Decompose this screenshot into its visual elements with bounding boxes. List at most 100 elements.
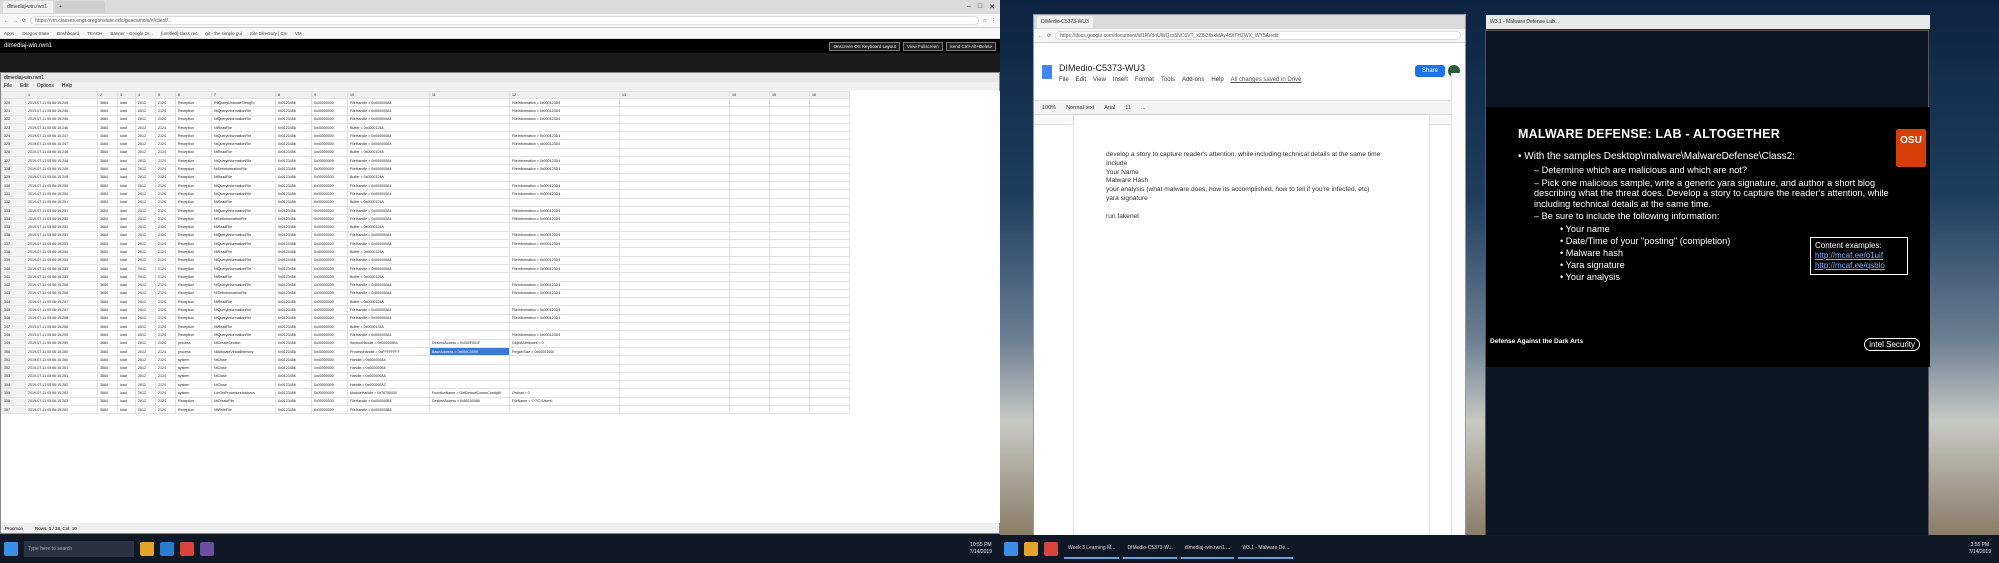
table-cell[interactable]: 2019-07-11 05:06:15.263 bbox=[25, 404, 98, 415]
table-cell[interactable] bbox=[769, 164, 810, 174]
table-cell[interactable] bbox=[769, 230, 810, 241]
table-cell[interactable]: load bbox=[117, 114, 136, 124]
table-cell[interactable]: 0x00000000 bbox=[311, 272, 348, 282]
table-cell[interactable]: 0x0123456 bbox=[275, 355, 312, 365]
table-cell[interactable] bbox=[809, 404, 850, 415]
table-row[interactable]: 327 2019-07-11 05:06:15.248 3684 load 2612 21… bbox=[1, 156, 850, 166]
table-cell[interactable]: 2612 bbox=[135, 263, 156, 274]
table-cell[interactable]: 2019-07-11 05:06:15.255 bbox=[25, 272, 98, 282]
table-cell[interactable] bbox=[729, 222, 770, 232]
table-cell[interactable]: 2612 bbox=[135, 97, 156, 108]
docs-menu-item[interactable]: Insert bbox=[1113, 77, 1128, 83]
table-cell[interactable]: load bbox=[117, 247, 136, 257]
table-cell[interactable] bbox=[809, 255, 850, 265]
table-cell[interactable]: FileHandle = 0x000000A4 bbox=[347, 131, 430, 141]
table-cell[interactable]: 2019-07-11 05:06:15.261 bbox=[25, 371, 98, 382]
table-cell[interactable] bbox=[509, 355, 620, 365]
table-cell[interactable]: Reception bbox=[175, 305, 212, 315]
table-cell[interactable]: Reception bbox=[175, 97, 212, 108]
table-row[interactable]: 347 2019-07-11 05:06:15.258 3684 load 2612 21… bbox=[1, 321, 850, 332]
table-cell[interactable] bbox=[729, 321, 770, 332]
table-row[interactable]: 341 2019-07-11 05:06:15.255 3684 load 2612 21… bbox=[1, 272, 850, 282]
table-cell[interactable]: 3684 bbox=[97, 205, 118, 216]
table-row[interactable]: 326 2019-07-11 05:06:15.248 3684 load 2612 21… bbox=[1, 147, 850, 158]
table-cell[interactable]: 326 bbox=[1, 147, 26, 158]
table-cell[interactable]: 0x0123456 bbox=[275, 313, 312, 324]
table-cell[interactable]: Reception bbox=[175, 197, 212, 207]
table-cell[interactable]: 0x0123456 bbox=[275, 297, 312, 307]
table-cell[interactable]: 2019-07-11 05:06:15.249 bbox=[25, 164, 98, 174]
table-cell[interactable] bbox=[729, 131, 770, 141]
table-cell[interactable]: 2612 bbox=[135, 305, 156, 315]
table-cell[interactable]: 3684 bbox=[97, 338, 118, 348]
column-header[interactable]: 14 bbox=[729, 91, 770, 99]
table-cell[interactable]: FileHandle = 0x000000A4 bbox=[347, 214, 430, 224]
bookmark-item[interactable]: Dashboard bbox=[57, 31, 79, 36]
table-cell[interactable]: 0x00000000 bbox=[311, 305, 348, 315]
table-cell[interactable] bbox=[809, 239, 850, 249]
table-cell[interactable] bbox=[769, 97, 810, 108]
table-cell[interactable]: Handle = 0x000000A8 bbox=[347, 371, 430, 382]
table-cell[interactable]: 2019-07-11 05:06:15.247 bbox=[25, 139, 98, 149]
table-cell[interactable] bbox=[769, 380, 810, 390]
gdocs-url-input[interactable]: https://docs.google.com/document/d/1RVdn… bbox=[1055, 31, 1461, 40]
table-cell[interactable] bbox=[769, 263, 810, 274]
table-cell[interactable]: NtAllocateVirtualMemory bbox=[211, 346, 276, 357]
table-cell[interactable] bbox=[809, 380, 850, 390]
table-cell[interactable]: 2612 bbox=[135, 139, 156, 149]
table-cell[interactable]: system bbox=[175, 371, 212, 382]
column-header[interactable]: 2 bbox=[97, 91, 118, 99]
bookmark-item[interactable]: VM bbox=[295, 31, 302, 36]
table-cell[interactable]: load bbox=[117, 139, 136, 149]
column-header[interactable]: 1 bbox=[25, 91, 98, 99]
table-cell[interactable] bbox=[429, 139, 510, 149]
table-cell[interactable]: 2612 bbox=[135, 338, 156, 348]
column-header[interactable]: 9 bbox=[311, 91, 348, 99]
table-cell[interactable] bbox=[809, 355, 850, 365]
bookmark-item[interactable]: Banner - Google Dr... bbox=[110, 31, 153, 36]
table-cell[interactable]: load bbox=[117, 106, 136, 116]
table-cell[interactable]: 2612 bbox=[135, 147, 156, 158]
table-cell[interactable]: 345 bbox=[1, 305, 26, 315]
table-cell[interactable]: 3684 bbox=[97, 313, 118, 324]
table-cell[interactable]: NtQueryInformationFile bbox=[211, 114, 276, 124]
table-cell[interactable]: load bbox=[117, 263, 136, 274]
table-cell[interactable]: RtlQueryUnicodeStringTo bbox=[211, 97, 276, 108]
table-cell[interactable] bbox=[729, 189, 770, 199]
table-cell[interactable]: NtQueryInformationFile bbox=[211, 280, 276, 290]
table-cell[interactable]: NtSetInformationFile bbox=[211, 164, 276, 174]
table-cell[interactable]: FileInformation = 0x000123D4 bbox=[509, 131, 620, 141]
table-cell[interactable] bbox=[729, 172, 770, 182]
toolbar-control[interactable]: 100% bbox=[1042, 105, 1056, 111]
table-cell[interactable]: load bbox=[117, 164, 136, 174]
table-row[interactable]: 336 2019-07-11 05:06:15.253 3684 load 2612 21… bbox=[1, 230, 850, 241]
table-cell[interactable] bbox=[809, 272, 850, 282]
table-cell[interactable] bbox=[769, 288, 810, 299]
table-cell[interactable]: load bbox=[117, 255, 136, 265]
table-cell[interactable]: 3684 bbox=[97, 180, 118, 191]
table-cell[interactable] bbox=[509, 247, 620, 257]
table-cell[interactable] bbox=[619, 222, 730, 232]
toolbar-control[interactable]: Normal text bbox=[1066, 105, 1094, 111]
table-cell[interactable] bbox=[729, 214, 770, 224]
table-cell[interactable]: system bbox=[175, 363, 212, 373]
windows-start-icon[interactable] bbox=[4, 542, 18, 556]
table-cell[interactable] bbox=[809, 388, 850, 398]
table-cell[interactable]: FileHandle = 0x000000A4 bbox=[347, 156, 430, 166]
table-cell[interactable]: 0x0123456 bbox=[275, 97, 312, 108]
table-cell[interactable]: 0x0123456 bbox=[275, 346, 312, 357]
table-cell[interactable] bbox=[429, 297, 510, 307]
table-cell[interactable] bbox=[619, 97, 730, 108]
table-row[interactable]: 355 2019-07-11 05:06:15.262 3684 load 2612 21… bbox=[1, 388, 850, 398]
table-cell[interactable]: Reception bbox=[175, 122, 212, 133]
docs-menu-item[interactable]: Add-ons bbox=[1182, 77, 1204, 83]
table-cell[interactable]: 2612 bbox=[135, 114, 156, 124]
table-cell[interactable]: 332 bbox=[1, 197, 26, 207]
table-cell[interactable]: 2124 bbox=[155, 172, 176, 182]
table-cell[interactable]: SectionHandle = 0x000000B4 bbox=[347, 338, 430, 348]
table-cell[interactable]: 0x0123456 bbox=[275, 122, 312, 133]
table-cell[interactable]: Reception bbox=[175, 297, 212, 307]
table-cell[interactable]: 2612 bbox=[135, 396, 156, 407]
table-cell[interactable] bbox=[619, 147, 730, 158]
table-cell[interactable]: 2019-07-11 05:06:15.263 bbox=[25, 396, 98, 407]
